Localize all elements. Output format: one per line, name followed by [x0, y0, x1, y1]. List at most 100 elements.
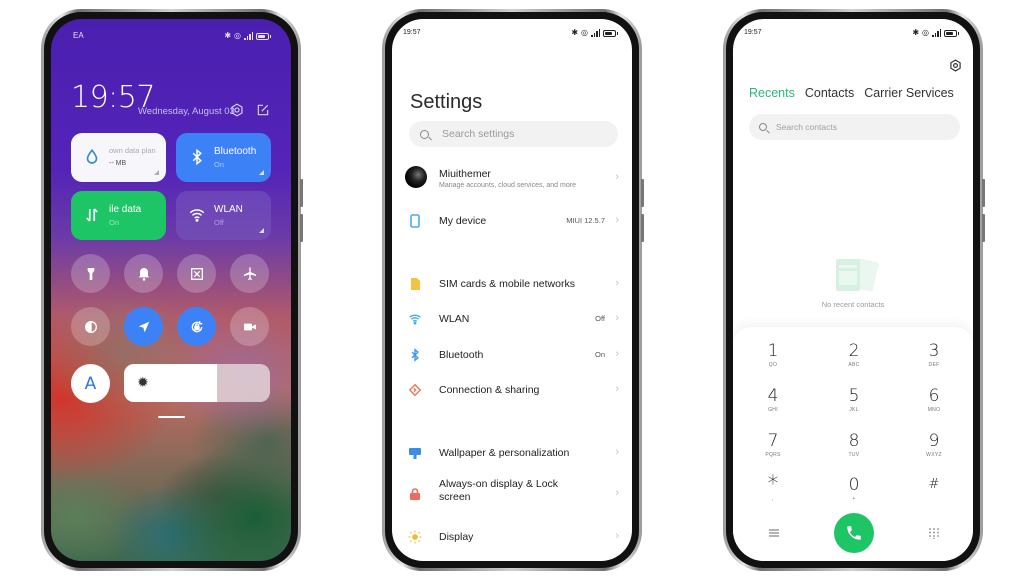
data-plan-tile[interactable]: own data plan -- MB [71, 133, 166, 182]
dial-key-4[interactable]: 4 GHI [743, 386, 803, 422]
dial-key-1[interactable]: 1 QO [743, 341, 803, 377]
avatar [405, 166, 427, 188]
flashlight-icon [87, 267, 94, 280]
chevron-right-icon: › [615, 530, 619, 542]
dial-key-hash[interactable]: # [904, 475, 964, 511]
item-value: Off [595, 314, 605, 323]
status-bar: EA ✱ ◎ [73, 31, 271, 43]
tile-subtitle: On [109, 218, 120, 227]
account-row[interactable]: Miuithemer Manage accounts, cloud servic… [392, 159, 632, 195]
rotation-lock-toggle[interactable] [177, 307, 216, 346]
reading-mode-toggle[interactable] [71, 307, 110, 346]
dialpad-toggle-icon[interactable] [928, 526, 940, 540]
search-contacts-input[interactable]: Search contacts [749, 114, 960, 140]
edit-icon[interactable] [256, 103, 270, 117]
screen-recorder-toggle[interactable] [230, 307, 269, 346]
settings-item-wallpaper[interactable]: Wallpaper & personalization › [392, 438, 632, 468]
phone-outline-icon [408, 214, 422, 228]
tab-recents[interactable]: Recents [749, 86, 795, 100]
item-value: On [594, 350, 605, 359]
key-digit: 3 [928, 341, 940, 361]
volume-button [300, 179, 303, 207]
screenshot-toggle[interactable] [177, 254, 216, 293]
dial-key-2[interactable]: 2 ABC [824, 341, 884, 377]
settings-item-bluetooth[interactable]: Bluetooth On › [392, 340, 632, 370]
battery-icon [603, 29, 618, 37]
key-digit: 6 [928, 386, 940, 406]
dial-key-0[interactable]: 0 + [824, 475, 884, 511]
key-digit: 1 [767, 341, 779, 361]
settings-item-wlan[interactable]: WLAN Off › [392, 304, 632, 334]
wallpaper-icon [408, 446, 422, 460]
menu-icon[interactable] [768, 526, 780, 538]
signal-icon [244, 32, 253, 40]
key-letters: JKL [849, 407, 859, 413]
mobile-data-tile[interactable]: ile data On [71, 191, 166, 240]
airplane-toggle[interactable] [230, 254, 269, 293]
settings-item-lock-screen[interactable]: Always-on display & Lock screen › [392, 475, 632, 513]
alarm-icon: ◎ [234, 31, 241, 40]
key-digit: * [767, 472, 779, 497]
location-toggle[interactable] [124, 307, 163, 346]
settings-gear-icon[interactable] [949, 59, 962, 72]
dial-key-6[interactable]: 6 MNO [904, 386, 964, 422]
dial-key-9[interactable]: 9 WXYZ [904, 431, 964, 467]
dial-key-5[interactable]: 5 JKL [824, 386, 884, 422]
chevron-right-icon: › [615, 348, 619, 360]
bluetooth-icon: ✱ [224, 31, 232, 40]
search-placeholder: Search contacts [776, 122, 837, 132]
contrast-icon [84, 320, 97, 333]
chevron-right-icon: › [615, 383, 619, 395]
tab-contacts[interactable]: Contacts [805, 86, 854, 100]
power-button [641, 214, 644, 242]
item-value: MIUI 12.5.7 [566, 216, 605, 225]
alarm-icon: ◎ [922, 28, 929, 37]
dial-key-8[interactable]: 8 TUV [824, 431, 884, 467]
key-letters: QO [768, 362, 778, 368]
call-button[interactable] [834, 513, 874, 553]
chevron-right-icon: › [615, 214, 619, 226]
carrier-label: EA [73, 31, 84, 40]
item-label: Always-on display & Lock screen [439, 478, 559, 503]
phone-dialer: 19:57 ✱ ◎ Recents Contacts Carrier Servi… [723, 9, 985, 571]
volume-button [641, 179, 644, 207]
dial-key-3[interactable]: 3 DEF [904, 341, 964, 377]
flashlight-toggle[interactable] [71, 254, 110, 293]
item-label: My device [439, 215, 487, 227]
brightness-slider[interactable]: ✹ [124, 364, 270, 402]
settings-item-display[interactable]: Display › [392, 522, 632, 552]
key-letters: + [852, 496, 856, 502]
chevron-right-icon: › [615, 312, 619, 324]
auto-brightness-button[interactable]: A [71, 364, 110, 403]
airplane-icon [243, 266, 256, 280]
wlan-tile[interactable]: WLAN Off [176, 191, 271, 240]
item-label: Wallpaper & personalization [439, 447, 570, 459]
dial-key-star[interactable]: *, [743, 472, 803, 511]
settings-item-my-device[interactable]: My device MIUI 12.5.7 › [392, 206, 632, 236]
bluetooth-tile[interactable]: Bluetooth On [176, 133, 271, 182]
tab-carrier-services[interactable]: Carrier Services [864, 86, 954, 100]
key-digit: 9 [928, 431, 940, 451]
dial-key-7[interactable]: 7 PQRS [743, 431, 803, 467]
key-letters: TUV [848, 452, 860, 458]
signal-icon [932, 29, 941, 37]
tile-subtitle: -- MB [109, 160, 127, 167]
search-settings-input[interactable]: Search settings [409, 121, 618, 147]
page-title: Settings [410, 91, 483, 113]
settings-item-sim-cards[interactable]: SIM cards & mobile networks › [392, 269, 632, 299]
data-arrows-icon [83, 206, 101, 224]
expand-corner-icon [154, 170, 159, 175]
item-label: Connection & sharing [439, 384, 540, 396]
expand-corner-icon [259, 170, 264, 175]
key-letters: DEF [928, 362, 940, 368]
bluetooth-icon [188, 148, 206, 166]
drag-handle[interactable] [158, 416, 185, 418]
item-label: SIM cards & mobile networks [439, 278, 575, 290]
tile-title: WLAN [214, 204, 243, 215]
key-digit: 8 [848, 431, 860, 451]
mute-toggle[interactable] [124, 254, 163, 293]
key-digit: 0 [848, 475, 860, 495]
settings-gear-icon[interactable] [230, 103, 244, 117]
search-icon [420, 129, 429, 139]
settings-item-connection-sharing[interactable]: Connection & sharing › [392, 375, 632, 405]
